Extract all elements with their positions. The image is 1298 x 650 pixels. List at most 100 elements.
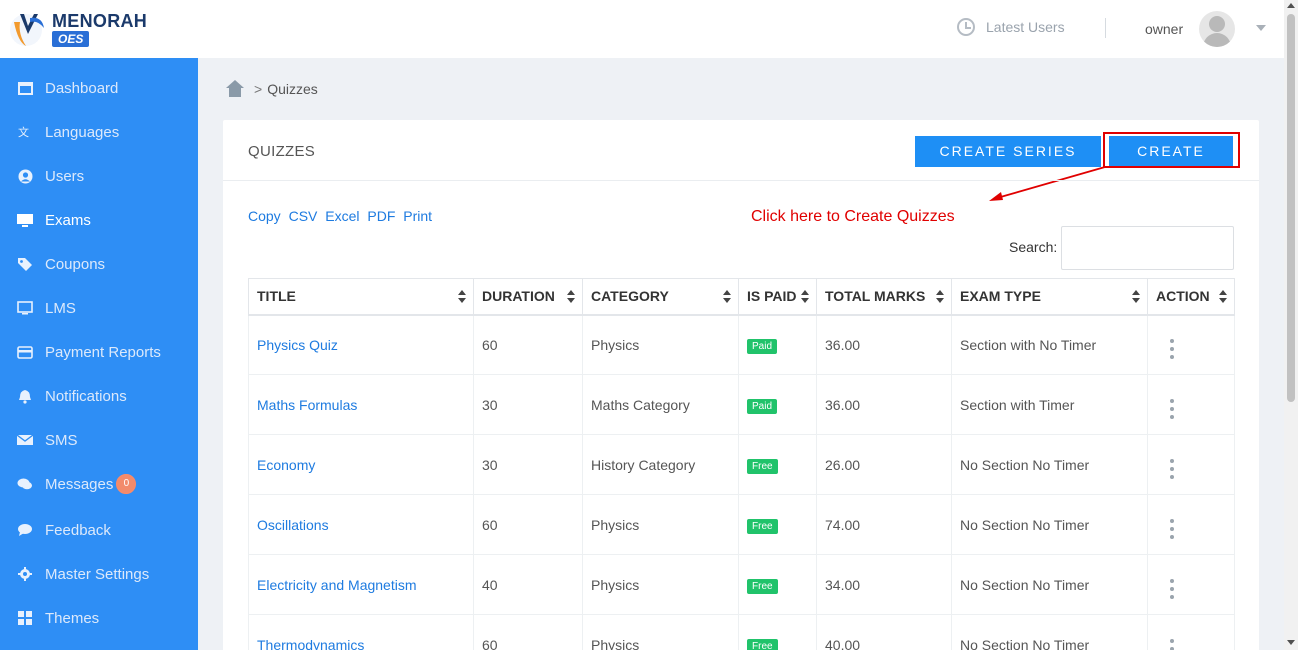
quiz-title-link[interactable]: Thermodynamics: [257, 637, 364, 650]
sidebar-item-master-settings[interactable]: Master Settings: [0, 556, 198, 592]
cell-action: [1147, 374, 1235, 435]
scroll-up-arrow-icon[interactable]: [1287, 3, 1295, 8]
avatar[interactable]: [1199, 11, 1235, 47]
create-callout-text: Click here to Create Quizzes: [751, 208, 955, 225]
callout-arrow-icon: [989, 166, 1106, 201]
quiz-title-link[interactable]: Physics Quiz: [257, 337, 338, 353]
table-row: Oscillations 60 Physics Free 74.00 No Section…: [248, 494, 1235, 555]
sidebar-item-messages[interactable]: Messages 0: [0, 466, 198, 502]
home-icon[interactable]: [226, 80, 244, 98]
cell-is-paid: Free: [738, 554, 817, 615]
quiz-title-link[interactable]: Maths Formulas: [257, 397, 357, 413]
sidebar-item-label: Payment Reports: [45, 343, 161, 361]
pdf-button[interactable]: PDF: [367, 208, 395, 224]
column-header-title[interactable]: TITLE: [248, 278, 474, 316]
quiz-title-link[interactable]: Oscillations: [257, 517, 329, 533]
export-buttons: Copy CSV Excel PDF Print: [248, 208, 436, 224]
paid-status-badge: Free: [747, 518, 778, 534]
page-title: QUIZZES: [248, 143, 316, 160]
quiz-title-link[interactable]: Economy: [257, 457, 315, 473]
latest-users-label: Latest Users: [986, 19, 1065, 35]
more-options-icon[interactable]: [1170, 639, 1174, 650]
sidebar-item-label: Users: [45, 167, 85, 185]
sidebar-item-label: Notifications: [45, 387, 127, 405]
column-header-total-marks[interactable]: TOTAL MARKS: [816, 278, 952, 316]
quiz-title-link[interactable]: Electricity and Magnetism: [257, 577, 417, 593]
sort-icon: [723, 290, 731, 304]
sidebar-item-label: Master Settings: [45, 565, 150, 583]
cell-is-paid: Free: [738, 494, 817, 555]
sidebar-item-feedback[interactable]: Feedback: [0, 512, 198, 548]
copy-button[interactable]: Copy: [248, 208, 281, 224]
more-options-icon[interactable]: [1170, 579, 1174, 599]
print-button[interactable]: Print: [403, 208, 432, 224]
user-name[interactable]: owner: [1145, 21, 1183, 37]
brand-name: MENORAH: [52, 11, 148, 31]
menorah-logo-icon: [10, 14, 44, 46]
sort-icon: [458, 290, 466, 304]
scroll-down-arrow-icon[interactable]: [1287, 640, 1295, 645]
scrollbar-thumb[interactable]: [1287, 14, 1295, 402]
sidebar-item-label: Feedback: [45, 521, 111, 539]
cell-action: [1147, 494, 1235, 555]
cell-total-marks: 36.00: [816, 314, 952, 375]
table-row: Electricity and Magnetism 40 Physics Free 34…: [248, 554, 1235, 615]
cell-exam-type: No Section No Timer: [951, 494, 1148, 555]
sort-icon: [936, 290, 944, 304]
sidebar-item-themes[interactable]: Themes: [0, 600, 198, 636]
cell-action: [1147, 554, 1235, 615]
cell-exam-type: Section with Timer: [951, 374, 1148, 435]
cell-category: Physics: [582, 614, 739, 650]
sidebar-item-sms[interactable]: SMS: [0, 422, 198, 458]
more-options-icon[interactable]: [1170, 459, 1174, 479]
page-scrollbar[interactable]: [1284, 0, 1298, 650]
cell-category: Physics: [582, 554, 739, 615]
chevron-down-icon[interactable]: [1256, 25, 1266, 31]
sidebar-item-notifications[interactable]: Notifications: [0, 378, 198, 414]
sort-icon: [801, 290, 809, 304]
cell-title: Oscillations: [248, 494, 474, 555]
cell-category: Maths Category: [582, 374, 739, 435]
cell-category: Physics: [582, 314, 739, 375]
create-series-button[interactable]: CREATE SERIES: [915, 136, 1101, 167]
cell-title: Maths Formulas: [248, 374, 474, 435]
column-header-action[interactable]: ACTION: [1147, 278, 1235, 316]
sidebar-item-exams[interactable]: Exams: [0, 202, 198, 238]
sidebar-item-lms[interactable]: LMS: [0, 290, 198, 326]
credit-card-icon: [17, 344, 33, 360]
csv-button[interactable]: CSV: [289, 208, 318, 224]
column-header-is-paid[interactable]: IS PAID: [738, 278, 817, 316]
more-options-icon[interactable]: [1170, 339, 1174, 360]
cell-duration: 60: [473, 614, 583, 650]
sidebar-item-label: Coupons: [45, 255, 106, 273]
sidebar-item-dashboard[interactable]: Dashboard: [0, 70, 198, 106]
table-row: Thermodynamics 60 Physics Free 40.00 No Secti…: [248, 614, 1235, 650]
cell-duration: 60: [473, 314, 583, 375]
excel-button[interactable]: Excel: [325, 208, 359, 224]
cell-is-paid: Free: [738, 614, 817, 650]
table-header-row: TITLE DURATION CATEGORY IS PAID TOTAL MA…: [248, 278, 1235, 316]
column-header-exam-type[interactable]: EXAM TYPE: [951, 278, 1148, 316]
sidebar-item-label: SMS: [45, 431, 78, 449]
brand-sub: OES: [52, 31, 90, 47]
cell-title: Physics Quiz: [248, 314, 474, 375]
sidebar-item-languages[interactable]: 文 Languages: [0, 114, 198, 150]
sidebar: Dashboard 文 Languages Users Exams Coupon…: [0, 58, 198, 650]
column-header-duration[interactable]: DURATION: [473, 278, 583, 316]
cell-total-marks: 74.00: [816, 494, 952, 555]
quizzes-table: TITLE DURATION CATEGORY IS PAID TOTAL MA…: [248, 278, 1235, 650]
sidebar-item-users[interactable]: Users: [0, 158, 198, 194]
sidebar-item-payment-reports[interactable]: Payment Reports: [0, 334, 198, 370]
paid-status-badge: Free: [747, 578, 778, 594]
more-options-icon[interactable]: [1170, 519, 1174, 539]
cell-action: [1147, 614, 1235, 650]
latest-users-link[interactable]: Latest Users: [957, 18, 1065, 36]
more-options-icon[interactable]: [1170, 399, 1174, 419]
sidebar-item-label: Themes: [45, 609, 100, 627]
column-header-category[interactable]: CATEGORY: [582, 278, 739, 316]
brand-logo[interactable]: MENORAH OES: [8, 8, 148, 50]
paid-status-badge: Paid: [747, 398, 778, 414]
sidebar-item-coupons[interactable]: Coupons: [0, 246, 198, 282]
cell-title: Electricity and Magnetism: [248, 554, 474, 615]
search-input[interactable]: [1061, 226, 1234, 270]
